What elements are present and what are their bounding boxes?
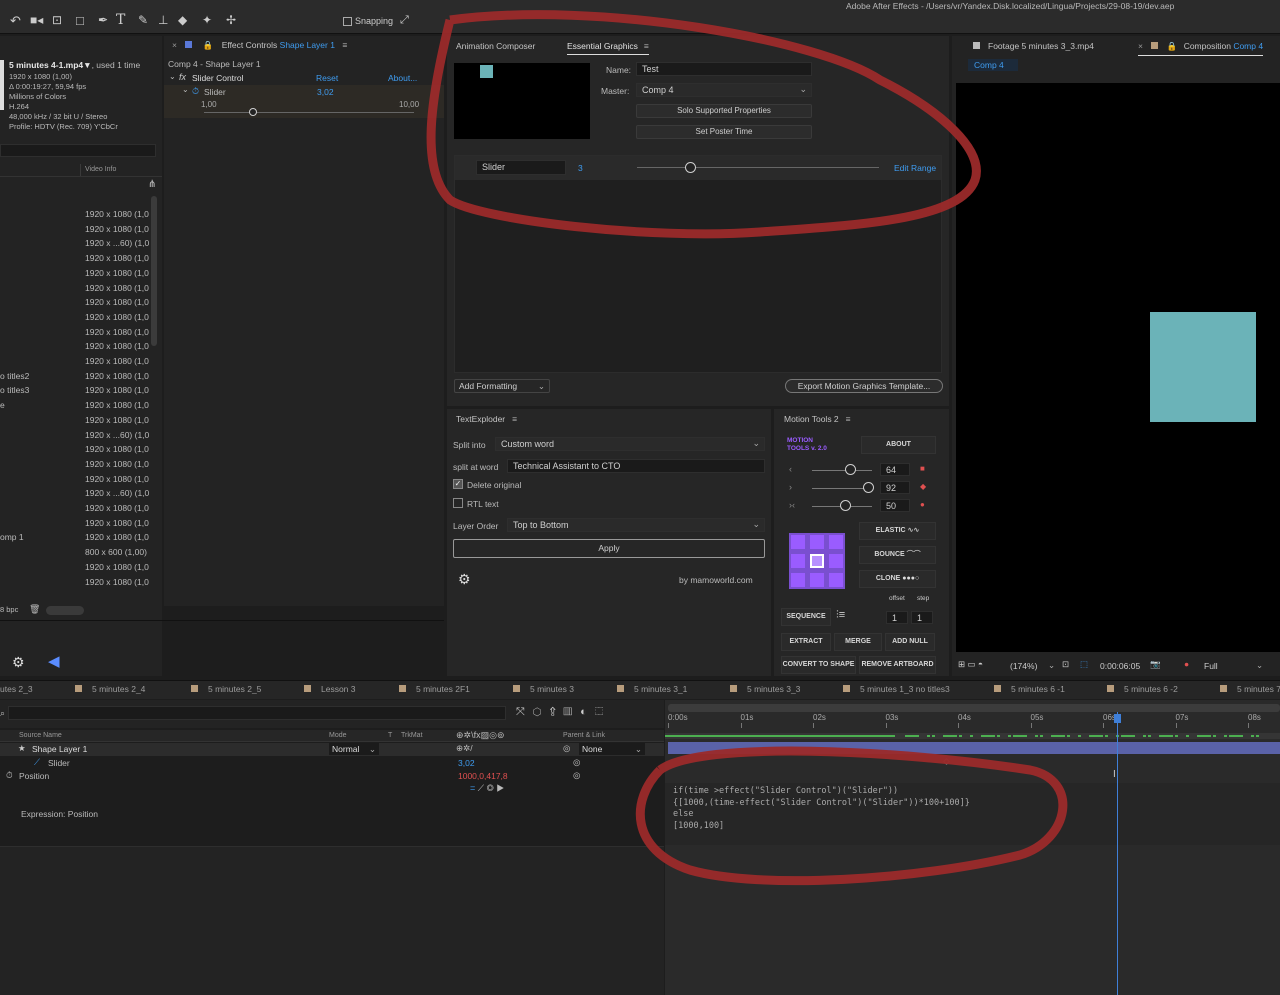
- annotation-loop-bottom: [635, 746, 1068, 886]
- annotation-loop-top: [426, 10, 981, 239]
- red-annotation-scribbles: [426, 10, 1068, 886]
